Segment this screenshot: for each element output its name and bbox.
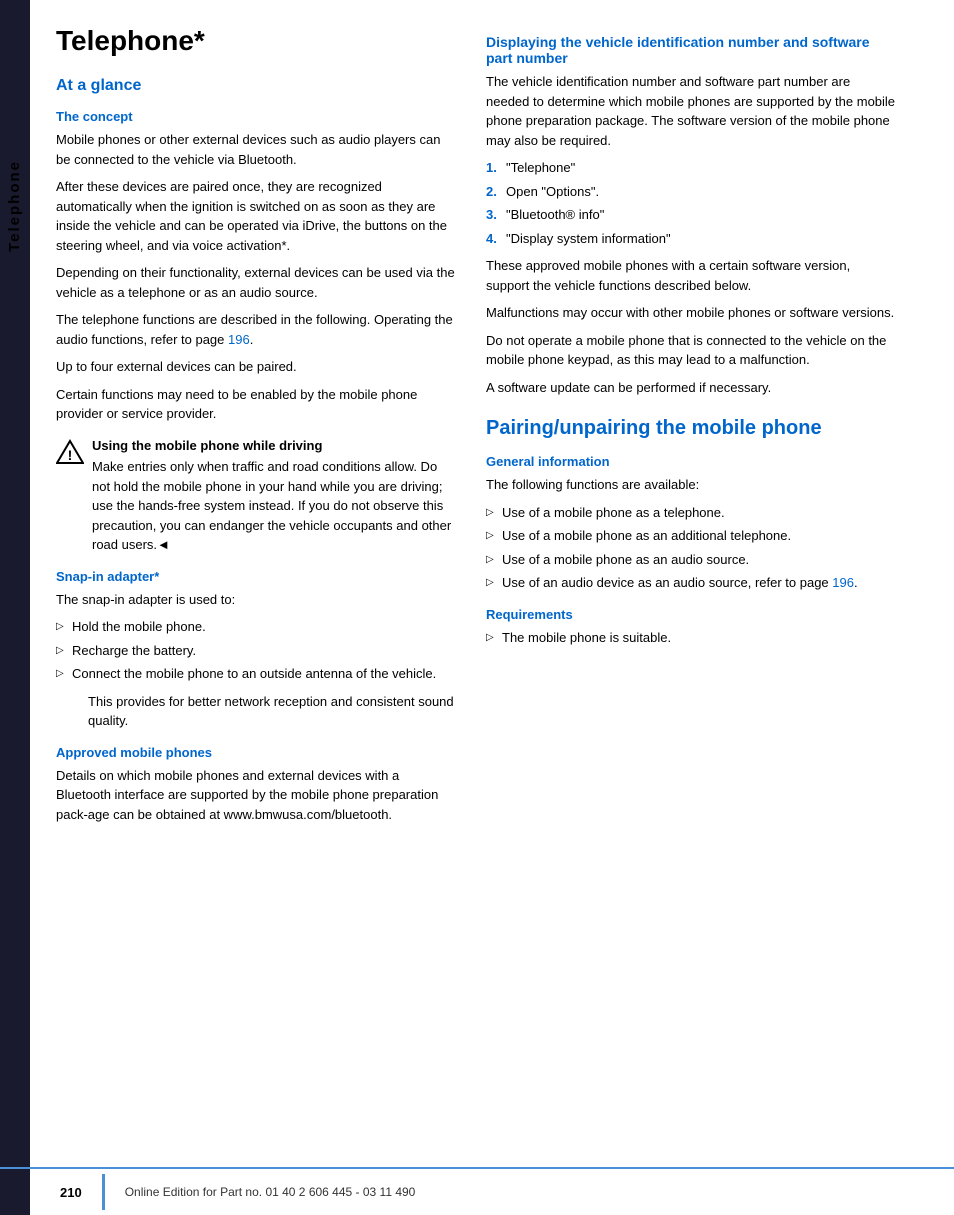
general-info-heading: General information: [486, 454, 896, 469]
concept-para-1: Mobile phones or other external devices …: [56, 130, 456, 169]
concept-para-2: After these devices are paired once, the…: [56, 177, 456, 255]
approved-phones-text: Details on which mobile phones and exter…: [56, 766, 456, 825]
step-4: 4."Display system information": [486, 229, 896, 249]
general-item-1: Use of a mobile phone as a telephone.: [486, 503, 896, 523]
after-steps-1: These approved mobile phones with a cert…: [486, 256, 896, 295]
snap-in-intro: The snap-in adapter is used to:: [56, 590, 456, 610]
sidebar: Telephone: [0, 0, 36, 1215]
main-content: Telephone* At a glance The concept Mobil…: [36, 0, 954, 852]
requirements-heading: Requirements: [486, 607, 896, 622]
concept-para-3: Depending on their functionality, extern…: [56, 263, 456, 302]
page-number: 210: [60, 1185, 82, 1200]
requirements-list: The mobile phone is suitable.: [486, 628, 896, 648]
requirements-item-1: The mobile phone is suitable.: [486, 628, 896, 648]
general-item-4: Use of an audio device as an audio sourc…: [486, 573, 896, 593]
page-title: Telephone*: [56, 25, 456, 57]
after-steps-4: A software update can be performed if ne…: [486, 378, 896, 398]
snap-in-sub-note: This provides for better network recepti…: [56, 692, 456, 731]
concept-para-6: Certain functions may need to be enabled…: [56, 385, 456, 424]
sidebar-label: Telephone: [6, 160, 23, 252]
general-item-2: Use of a mobile phone as an additional t…: [486, 526, 896, 546]
step-1: 1."Telephone": [486, 158, 896, 178]
warning-body: Make entries only when traffic and road …: [92, 459, 451, 552]
vehicle-id-heading: Displaying the vehicle identification nu…: [486, 34, 896, 66]
footer: 210 Online Edition for Part no. 01 40 2 …: [0, 1167, 954, 1215]
warning-icon: !: [56, 438, 84, 466]
at-a-glance-heading: At a glance: [56, 77, 456, 95]
svg-text:!: !: [68, 447, 73, 463]
concept-para-5: Up to four external devices can be paire…: [56, 357, 456, 377]
page-ref-196-1[interactable]: 196: [228, 332, 250, 347]
general-info-intro: The following functions are available:: [486, 475, 896, 495]
general-info-list: Use of a mobile phone as a telephone. Us…: [486, 503, 896, 593]
step-3: 3."Bluetooth® info": [486, 205, 896, 225]
snap-in-item-3: Connect the mobile phone to an outside a…: [56, 664, 456, 684]
footer-divider: [102, 1174, 105, 1210]
the-concept-heading: The concept: [56, 109, 456, 124]
page-ref-196-2[interactable]: 196: [832, 575, 854, 590]
warning-box: ! Using the mobile phone while driving M…: [56, 436, 456, 555]
approved-phones-heading: Approved mobile phones: [56, 745, 456, 760]
snap-in-item-1: Hold the mobile phone.: [56, 617, 456, 637]
snap-in-list: Hold the mobile phone. Recharge the batt…: [56, 617, 456, 684]
snap-in-item-2: Recharge the battery.: [56, 641, 456, 661]
steps-list: 1."Telephone" 2.Open "Options". 3."Bluet…: [486, 158, 896, 248]
right-column: Displaying the vehicle identification nu…: [476, 20, 896, 832]
after-steps-2: Malfunctions may occur with other mobile…: [486, 303, 896, 323]
footer-text: Online Edition for Part no. 01 40 2 606 …: [125, 1185, 416, 1199]
vehicle-id-para: The vehicle identification number and so…: [486, 72, 896, 150]
warning-title: Using the mobile phone while driving: [92, 436, 456, 456]
general-item-3: Use of a mobile phone as an audio source…: [486, 550, 896, 570]
pairing-heading: Pairing/unpairing the mobile phone: [486, 417, 896, 440]
snap-in-heading: Snap-in adapter*: [56, 569, 456, 584]
concept-para-4: The telephone functions are described in…: [56, 310, 456, 349]
step-2: 2.Open "Options".: [486, 182, 896, 202]
warning-text: Using the mobile phone while driving Mak…: [92, 436, 456, 555]
left-column: Telephone* At a glance The concept Mobil…: [56, 20, 476, 832]
after-steps-3: Do not operate a mobile phone that is co…: [486, 331, 896, 370]
